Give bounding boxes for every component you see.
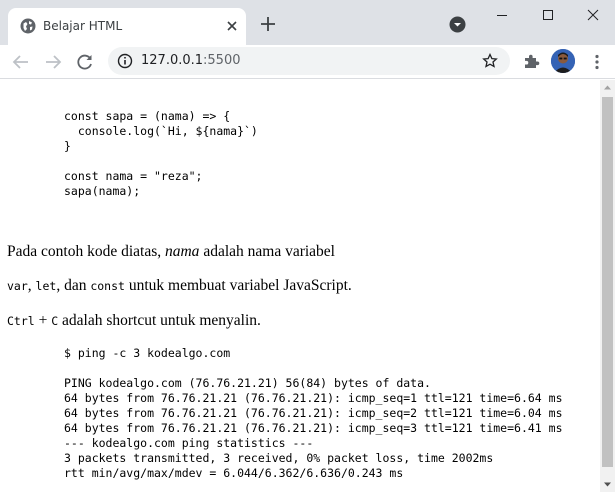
para2-text-after: untuk membuat variabel JavaScript. xyxy=(124,277,352,294)
url-port: :5500 xyxy=(203,53,241,68)
address-bar[interactable]: 127.0.0.1:5500 xyxy=(108,47,510,75)
tab-strip: Belajar HTML xyxy=(0,0,615,45)
keyword-const: const xyxy=(90,279,125,293)
para2-sep2: , dan xyxy=(56,277,91,294)
scroll-down-arrow-icon[interactable] xyxy=(600,477,615,492)
code-block-sapa: const sapa = (nama) => { console.log(`Hi… xyxy=(64,109,258,198)
paragraph-variable-note: Pada contoh kode diatas, nama adalah nam… xyxy=(7,243,335,261)
para1-text-before: Pada contoh kode diatas, xyxy=(7,243,165,260)
globe-icon xyxy=(20,18,36,34)
para1-text-after: adalah nama variabel xyxy=(199,243,335,260)
vertical-scrollbar[interactable] xyxy=(600,80,615,492)
terminal-command: $ ping -c 3 kodealgo.com xyxy=(64,346,231,360)
info-icon[interactable] xyxy=(117,53,133,69)
browser-tab[interactable]: Belajar HTML xyxy=(8,8,246,45)
para2-sep1: , xyxy=(27,277,36,294)
kebab-menu-icon[interactable] xyxy=(589,53,605,71)
avatar[interactable] xyxy=(551,49,575,73)
paragraph-shortcut: Ctrl + C adalah shortcut untuk menyalin. xyxy=(7,312,261,330)
browser-toolbar: 127.0.0.1:5500 xyxy=(0,45,615,79)
chevron-down-icon[interactable] xyxy=(449,16,466,33)
page-content: const sapa = (nama) => { console.log(`Hi… xyxy=(0,80,600,492)
keyword-var: var xyxy=(7,279,28,293)
scroll-up-arrow-icon[interactable] xyxy=(600,80,615,95)
keyword-let: let xyxy=(35,279,57,293)
url-text[interactable]: 127.0.0.1:5500 xyxy=(141,54,241,68)
plus-icon[interactable] xyxy=(258,14,278,34)
para3-text-after: adalah shortcut untuk menyalin. xyxy=(58,312,261,329)
kbd-ctrl: Ctrl xyxy=(7,314,35,328)
paragraph-keywords: var, let, dan const untuk membuat variab… xyxy=(7,277,352,295)
tab-title: Belajar HTML xyxy=(43,19,123,33)
arrow-left-icon[interactable] xyxy=(10,51,32,73)
close-window-button[interactable] xyxy=(569,0,615,30)
maximize-button[interactable] xyxy=(524,0,570,30)
reload-icon[interactable] xyxy=(74,51,96,73)
para1-var-name: nama xyxy=(164,243,200,260)
arrow-right-icon[interactable] xyxy=(42,51,64,73)
puzzle-icon[interactable] xyxy=(522,53,540,71)
star-icon[interactable] xyxy=(482,52,498,69)
terminal-output: PING kodealgo.com (76.76.21.21) 56(84) b… xyxy=(64,376,563,480)
tab-close-icon[interactable] xyxy=(224,18,240,34)
url-host: 127.0.0.1 xyxy=(141,53,204,68)
kbd-plus: + xyxy=(34,312,52,329)
minimize-button[interactable] xyxy=(478,0,524,30)
scrollbar-thumb[interactable] xyxy=(602,97,613,467)
